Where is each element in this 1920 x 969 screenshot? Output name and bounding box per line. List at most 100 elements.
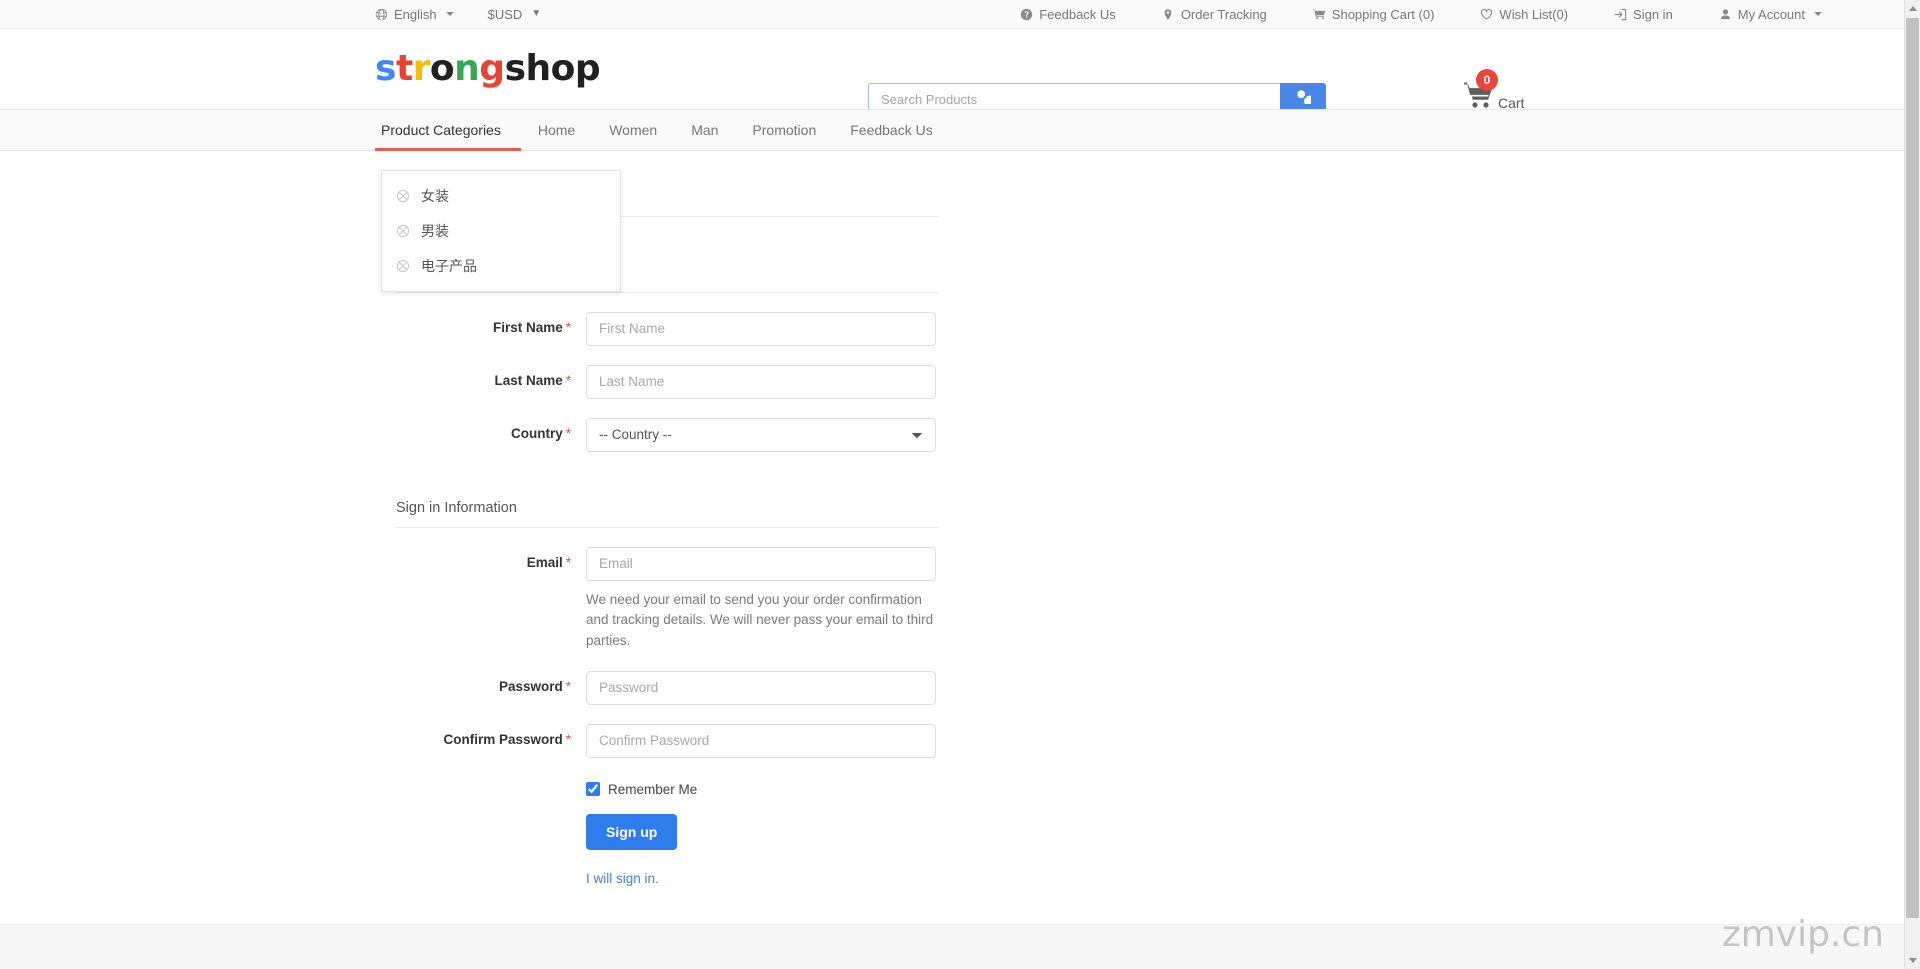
- form-row-last-name: Last Name *: [396, 364, 1076, 399]
- password-input[interactable]: [586, 670, 936, 705]
- country-select[interactable]: -- Country --: [586, 417, 936, 452]
- currency-selector[interactable]: $USD ▼: [488, 8, 542, 21]
- signup-button[interactable]: Sign up: [586, 813, 678, 850]
- cart-count-badge: 0: [1476, 69, 1498, 91]
- nav-item-label: Promotion: [752, 122, 817, 138]
- topbar-link-label: Order Tracking: [1180, 6, 1267, 22]
- country-label-text: Country: [510, 425, 563, 441]
- product-categories-dropdown: 女装 男装 电子产品: [381, 170, 621, 292]
- form-row-confirm-password: Confirm Password *: [396, 723, 1076, 758]
- heart-icon: [1480, 8, 1493, 21]
- watermark: zmvip.cn: [1721, 914, 1884, 955]
- logo-letter-t: t: [395, 48, 413, 89]
- email-label-text: Email: [526, 554, 563, 570]
- nav-item-promotion[interactable]: Promotion: [735, 110, 833, 150]
- required-marker: *: [565, 425, 571, 441]
- page-scrollbar[interactable]: [1904, 0, 1920, 969]
- email-label: Email *: [396, 547, 586, 570]
- main-navigation: Product Categories Home Women Man Promot…: [0, 109, 1920, 151]
- confirm-password-label-text: Confirm Password: [443, 731, 563, 747]
- topbar-link-feedback[interactable]: Feedback Us: [1020, 8, 1116, 21]
- dropdown-item-label: 电子产品: [421, 258, 477, 275]
- scrollbar-up-button[interactable]: [1905, 0, 1920, 17]
- nav-item-label: Feedback Us: [850, 122, 933, 138]
- first-name-input[interactable]: [586, 311, 936, 346]
- logo-letter-o: o: [429, 48, 455, 89]
- last-name-label-text: Last Name: [494, 372, 563, 388]
- email-field-wrap: We need your email to send you your orde…: [586, 546, 936, 652]
- required-marker: *: [565, 372, 571, 388]
- form-row-email: Email* We need your email to send you yo…: [396, 546, 1076, 652]
- remember-me-checkbox[interactable]: [586, 782, 600, 797]
- confirm-password-field-wrap: [586, 723, 936, 758]
- nav-item-man[interactable]: Man: [674, 110, 735, 150]
- remember-me-row: Remember Me: [586, 782, 1920, 797]
- topbar-left-group: English $USD ▼: [375, 8, 541, 21]
- nav-item-product-categories[interactable]: Product Categories: [375, 110, 521, 151]
- topbar-link-label: Feedback Us: [1039, 6, 1116, 22]
- dropdown-item-label: 男装: [421, 223, 449, 240]
- nav-item-women[interactable]: Women: [592, 110, 674, 150]
- topbar-link-label: My Account: [1737, 6, 1805, 22]
- logo-word-shop: shop: [504, 48, 601, 89]
- logo-letter-r: r: [412, 48, 431, 89]
- nav-item-label: Home: [537, 122, 576, 138]
- last-name-input[interactable]: [586, 364, 936, 399]
- question-circle-icon: [1020, 8, 1033, 21]
- chevron-down-icon: [445, 12, 454, 16]
- footer-band: [0, 924, 1920, 969]
- password-field-wrap: [586, 670, 936, 705]
- dropdown-item-women-clothing[interactable]: 女装: [382, 178, 620, 213]
- topbar-link-label: Sign in: [1633, 6, 1673, 22]
- first-name-label: First Name *: [396, 312, 586, 335]
- language-label: English: [394, 6, 437, 22]
- user-icon: [1719, 8, 1732, 21]
- form-row-country: Country * -- Country --: [396, 417, 1076, 452]
- nav-item-feedback-us[interactable]: Feedback Us: [833, 110, 949, 150]
- confirm-password-label: Confirm Password *: [396, 724, 586, 747]
- i-will-sign-in-link[interactable]: I will sign in.: [586, 871, 659, 886]
- site-header: strongshop 0 Cart: [0, 29, 1920, 115]
- logo-letter-s: s: [375, 48, 396, 89]
- scrollbar-thumb[interactable]: [1906, 18, 1919, 918]
- required-marker: *: [565, 731, 571, 747]
- caret-down-icon: ▼: [531, 8, 542, 19]
- signup-button-row: Sign up: [586, 813, 1920, 850]
- first-name-label-text: First Name: [492, 319, 563, 335]
- circle-x-icon: [396, 259, 410, 273]
- topbar-link-my-account[interactable]: My Account: [1719, 8, 1822, 21]
- email-input[interactable]: [586, 546, 936, 581]
- scrollbar-down-button[interactable]: [1905, 952, 1920, 969]
- nav-item-label: Product Categories: [381, 122, 501, 138]
- last-name-label: Last Name *: [396, 365, 586, 388]
- topbar-link-label: Wish List(0): [1499, 6, 1569, 22]
- dropdown-item-electronics[interactable]: 电子产品: [382, 248, 620, 283]
- password-label: Password *: [396, 671, 586, 694]
- chevron-down-icon: [1814, 12, 1822, 16]
- topbar-right-group: Feedback Us Order Tracking Shopping Cart…: [1020, 8, 1822, 21]
- currency-label: $USD: [487, 6, 523, 22]
- topbar-link-label: Shopping Cart (0): [1331, 6, 1435, 22]
- topbar-link-order-tracking[interactable]: Order Tracking: [1162, 8, 1267, 21]
- sign-in-icon: [1614, 8, 1627, 21]
- language-selector[interactable]: English: [375, 8, 454, 21]
- globe-icon: [375, 8, 388, 21]
- page-root: English $USD ▼ Feedback Us Order Trackin…: [0, 0, 1920, 969]
- site-logo[interactable]: strongshop: [375, 48, 601, 89]
- topbar-link-wish-list[interactable]: Wish List(0): [1480, 8, 1568, 21]
- nav-item-home[interactable]: Home: [521, 110, 592, 150]
- section-title-sign-in-information: Sign in Information: [396, 500, 939, 528]
- form-row-password: Password *: [396, 670, 1076, 705]
- search-icon: [1296, 89, 1315, 109]
- confirm-password-input[interactable]: [586, 723, 936, 758]
- circle-x-icon: [396, 189, 410, 203]
- chevron-down-icon: [1908, 958, 1917, 963]
- topbar-link-shopping-cart[interactable]: Shopping Cart (0): [1312, 6, 1435, 22]
- country-field-wrap: -- Country --: [586, 417, 936, 452]
- main-content: Create an Account Personal Information F…: [0, 151, 1920, 888]
- topbar-link-sign-in[interactable]: Sign in: [1614, 8, 1673, 21]
- logo-letter-g: g: [479, 48, 505, 89]
- dropdown-item-men-clothing[interactable]: 男装: [382, 213, 620, 248]
- nav-item-label: Women: [609, 122, 658, 138]
- dropdown-item-label: 女装: [421, 188, 449, 205]
